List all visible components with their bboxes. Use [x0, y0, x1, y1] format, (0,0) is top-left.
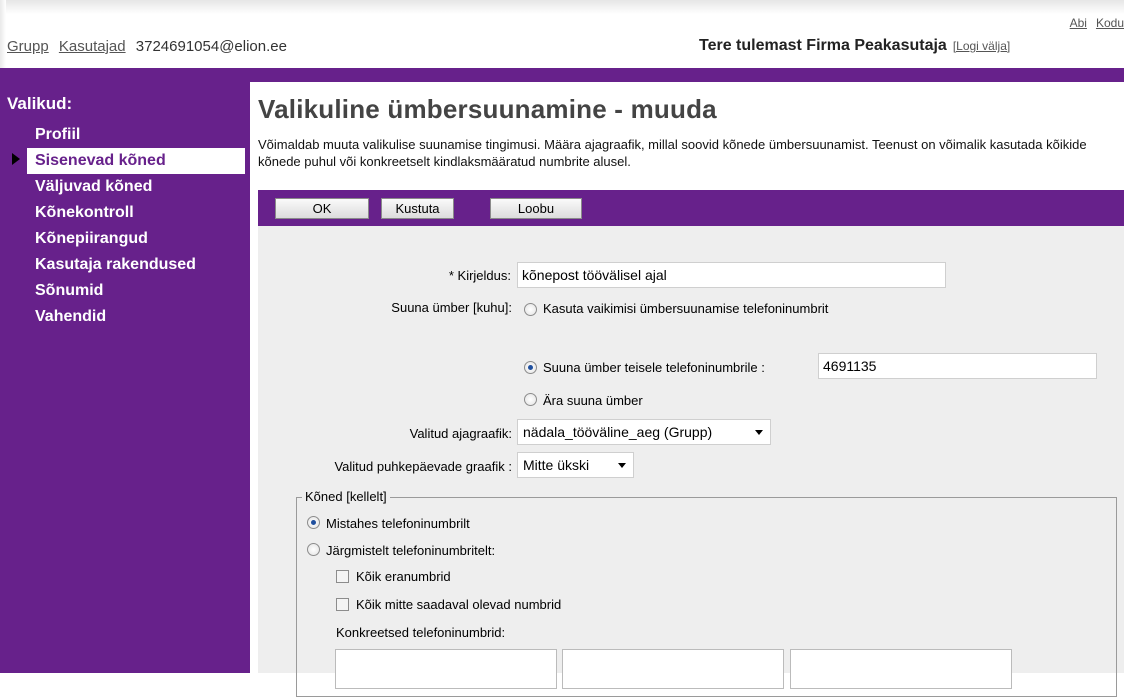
redirect-number-input[interactable]: 4691135 — [818, 353, 1097, 379]
redirect-default-label: Kasuta vaikimisi ümbersuunamise telefoni… — [543, 301, 829, 316]
home-link[interactable]: Kodu — [1096, 16, 1124, 30]
sidebar-item-user-applications[interactable]: Kasutaja rakendused — [0, 252, 250, 278]
sidebar-item-outgoing-calls[interactable]: Väljuvad kõned — [0, 174, 250, 200]
description-input[interactable]: kõnepost töövälisel ajal — [517, 262, 946, 288]
private-numbers-checkbox[interactable] — [336, 570, 349, 583]
chevron-down-icon — [618, 463, 626, 468]
schedule-label: Valitud ajagraafik: — [409, 426, 512, 441]
sidebar-item-tools[interactable]: Vahendid — [0, 304, 250, 330]
ok-button[interactable]: OK — [275, 198, 369, 219]
active-arrow-icon — [12, 153, 20, 165]
redirect-label: Suuna ümber [kuhu]: — [391, 300, 512, 315]
welcome-banner: Tere tulemast Firma Peakasutaja [Logi väl… — [699, 37, 1010, 55]
description-label: * Kirjeldus: — [448, 268, 511, 283]
sidebar-item-profile[interactable]: Profiil — [0, 122, 250, 148]
redirect-none-radio[interactable] — [524, 393, 537, 406]
specific-number-input-2[interactable] — [562, 649, 784, 689]
holiday-label: Valitud puhkepäevade graafik : — [334, 459, 512, 474]
delete-button[interactable]: Kustuta — [381, 198, 454, 219]
chevron-down-icon — [755, 430, 763, 435]
help-link[interactable]: Abi — [1070, 16, 1087, 30]
unavailable-numbers-checkbox[interactable] — [336, 598, 349, 611]
nav-users-link[interactable]: Kasutajad — [59, 38, 126, 55]
specific-number-input-1[interactable] — [335, 649, 557, 689]
header-bar — [250, 68, 1124, 82]
holiday-select[interactable]: Mitte ükski — [517, 452, 634, 478]
redirect-none-label: Ära suuna ümber — [543, 393, 643, 408]
calls-any-label: Mistahes telefoninumbrilt — [326, 516, 470, 531]
redirect-default-radio[interactable] — [524, 303, 537, 316]
redirect-number-radio[interactable] — [524, 361, 537, 374]
sidebar-item-incoming-calls[interactable]: Sisenevad kõned — [27, 148, 245, 174]
specific-number-input-3[interactable] — [790, 649, 1012, 689]
sidebar-menu: Profiil Sisenevad kõned Väljuvad kõned K… — [0, 122, 250, 330]
cancel-button[interactable]: Loobu — [490, 198, 582, 219]
specific-numbers-label: Konkreetsed telefoninumbrid: — [336, 625, 506, 640]
page-title: Valikuline ümbersuunamine - muuda — [258, 94, 717, 124]
calls-any-radio[interactable] — [307, 516, 320, 529]
top-shadow — [0, 0, 1124, 14]
top-links: Abi Kodu — [1061, 16, 1124, 30]
sidebar-item-call-restrictions[interactable]: Kõnepiirangud — [0, 226, 250, 252]
holiday-value: Mitte ükski — [523, 457, 590, 473]
private-numbers-label: Kõik eranumbrid — [356, 569, 451, 584]
schedule-value: nädala_tööväline_aeg (Grupp) — [523, 424, 713, 440]
sidebar-item-call-control[interactable]: Kõnekontroll — [0, 200, 250, 226]
calls-specific-label: Järgmistelt telefoninumbritelt: — [326, 543, 496, 558]
sidebar-item-messages[interactable]: Sõnumid — [0, 278, 250, 304]
welcome-text: Tere tulemast Firma Peakasutaja — [699, 37, 947, 54]
unavailable-numbers-label: Kõik mitte saadaval olevad numbrid — [356, 597, 562, 612]
page-description: Võimaldab muuta valikulise suunamise tin… — [258, 137, 1087, 169]
toolbar: OK Kustuta Loobu — [258, 190, 1124, 226]
calls-legend: Kõned [kellelt] — [302, 489, 390, 504]
sidebar-title: Valikud: — [7, 94, 73, 113]
sidebar: Valikud: Profiil Sisenevad kõned Väljuva… — [0, 68, 250, 673]
schedule-select[interactable]: nädala_tööväline_aeg (Grupp) — [517, 419, 771, 445]
nav-group-link[interactable]: Grupp — [7, 38, 49, 55]
logout-link[interactable]: [Logi välja] — [953, 39, 1010, 53]
header-nav: Grupp Kasutajad 3724691054@elion.ee — [7, 38, 287, 55]
redirect-number-label: Suuna ümber teisele telefoninumbrile : — [543, 360, 765, 375]
calls-specific-radio[interactable] — [307, 543, 320, 556]
account-label: 3724691054@elion.ee — [135, 38, 287, 55]
